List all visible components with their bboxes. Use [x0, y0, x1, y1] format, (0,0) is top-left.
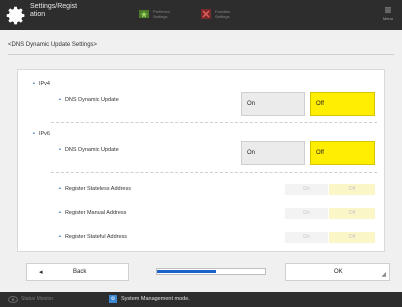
window-title: Settings/Regist ation — [30, 3, 78, 18]
ok-button[interactable]: OK ◢ — [285, 263, 390, 281]
ipv4-dns-label: ▪ DNS Dynamic Update — [59, 97, 119, 103]
ipv4-dns-label-text: DNS Dynamic Update — [64, 97, 119, 103]
ipv6-dns-label-text: DNS Dynamic Update — [64, 147, 119, 153]
ipv6-dns-off-button[interactable]: Off — [310, 141, 375, 165]
ipv4-dns-on-button[interactable]: On — [241, 92, 305, 116]
register-stateless-text: Register Stateless Address — [64, 186, 131, 192]
ipv4-section-label: ▪ IPv4 — [33, 81, 50, 87]
status-monitor-icon[interactable] — [8, 295, 18, 304]
gear-icon — [6, 6, 25, 25]
tools-icon — [201, 9, 211, 19]
ipv6-label-text: IPv6 — [38, 131, 50, 137]
header-divider — [8, 54, 394, 55]
menu-icon: ≡ — [384, 3, 392, 17]
system-mode-label: System Management mode. — [121, 296, 190, 302]
status-monitor-label[interactable]: Status Monitor — [21, 296, 53, 302]
star-icon — [139, 10, 149, 18]
register-stateful-label: ▪ Register Stateful Address — [59, 234, 127, 240]
page-title: <DNS Dynamic Update Settings> — [8, 42, 98, 48]
tab-preferred-settings[interactable]: Preferred Settings — [138, 8, 190, 22]
ipv4-dns-off-button[interactable]: Off — [310, 92, 375, 116]
bullet-icon: ▪ — [59, 97, 61, 103]
left-arrow-icon: ◂ — [39, 269, 43, 276]
menu-button[interactable]: ≡ Menu — [380, 4, 396, 26]
bullet-icon: ▪ — [33, 81, 35, 87]
scroll-progress-bar — [156, 268, 266, 275]
register-manual-label: ▪ Register Manual Address — [59, 210, 126, 216]
title-bar: Settings/Regist ation Preferred Settings… — [0, 0, 402, 30]
register-stateful-on-button[interactable]: On — [285, 232, 328, 243]
back-button[interactable]: ◂ Back — [26, 263, 129, 281]
bullet-icon: ▪ — [59, 186, 61, 192]
ipv6-dns-label: ▪ DNS Dynamic Update — [59, 147, 119, 153]
ipv6-dns-on-button[interactable]: On — [241, 141, 305, 165]
tab-label: Function Settings — [215, 9, 231, 19]
register-stateless-off-button[interactable]: Off — [329, 184, 375, 195]
back-label: Back — [73, 269, 87, 275]
register-manual-off-button[interactable]: Off — [329, 208, 375, 219]
bullet-icon: ▪ — [59, 147, 61, 153]
progress-fill — [157, 270, 217, 273]
register-manual-text: Register Manual Address — [64, 210, 127, 216]
ipv6-section-label: ▪ IPv6 — [33, 131, 50, 137]
section-divider — [51, 172, 377, 173]
register-stateless-label: ▪ Register Stateless Address — [59, 186, 131, 192]
tab-label: Preferred Settings — [153, 9, 170, 19]
menu-label: Menu — [382, 16, 393, 21]
ok-label: OK — [334, 269, 343, 275]
status-bar: Status Monitor ⚙ System Management mode. — [0, 292, 402, 307]
register-stateful-off-button[interactable]: Off — [329, 232, 375, 243]
section-divider — [51, 122, 377, 123]
register-manual-on-button[interactable]: On — [285, 208, 328, 219]
register-stateless-on-button[interactable]: On — [285, 184, 328, 195]
tab-function-settings[interactable]: Function Settings — [200, 8, 252, 22]
bullet-icon: ▪ — [59, 210, 61, 216]
system-mode-icon: ⚙ — [109, 295, 117, 303]
register-stateful-text: Register Stateful Address — [64, 234, 128, 240]
bullet-icon: ▪ — [59, 234, 61, 240]
corner-arrow-icon: ◢ — [381, 272, 386, 278]
ipv4-label-text: IPv4 — [38, 81, 50, 87]
bullet-icon: ▪ — [33, 131, 35, 137]
